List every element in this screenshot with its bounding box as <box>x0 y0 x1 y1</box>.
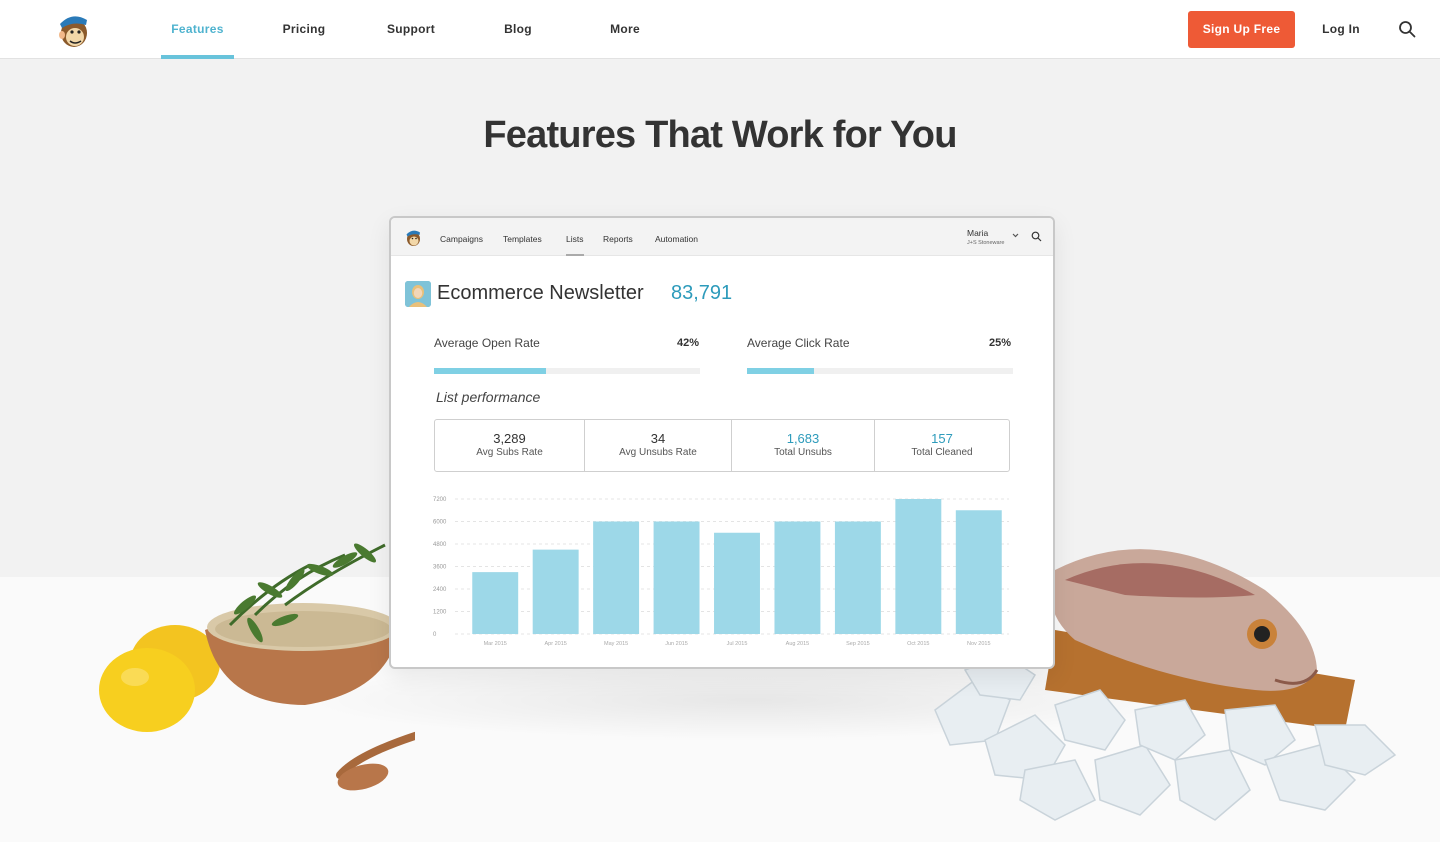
subscriber-bar-chart: 0 1200 2400 3600 4800 6000 7200 Mar 2015 Apr 201… <box>433 497 1009 647</box>
nav-support-label: Support <box>386 22 436 36</box>
app-tab-lists-label: Lists <box>566 234 584 244</box>
sign-up-button[interactable]: Sign Up Free <box>1188 11 1295 48</box>
x-tick-label: Oct 2015 <box>907 641 929 647</box>
chart-bar <box>895 499 942 634</box>
stat-total-unsubs[interactable]: 1,683 Total Unsubs <box>732 420 875 471</box>
stat-label: Avg Unsubs Rate <box>619 447 697 458</box>
performance-stats: 3,289 Avg Subs Rate 34 Avg Unsubs Rate 1… <box>434 419 1010 472</box>
chevron-down-icon[interactable] <box>1011 231 1020 240</box>
open-rate-bar <box>434 368 700 374</box>
active-tab-underline <box>566 254 584 256</box>
stat-value: 157 <box>931 431 953 446</box>
top-navigation: Features Pricing Support Blog More Sign … <box>0 0 1440 59</box>
x-tick-label: Jun 2015 <box>665 641 688 647</box>
stat-avg-subs[interactable]: 3,289 Avg Subs Rate <box>435 420 585 471</box>
chart-bar <box>714 532 760 634</box>
stat-value: 1,683 <box>786 431 820 446</box>
y-tick-label: 1200 <box>433 610 447 616</box>
app-tab-templates[interactable]: Templates <box>503 218 542 256</box>
x-tick-label: May 2015 <box>604 641 628 647</box>
y-tick-label: 0 <box>433 632 437 638</box>
stat-value: 3,289 <box>493 431 526 446</box>
list-subscriber-count: 83,791 <box>671 282 733 304</box>
x-tick-label: Sep 2015 <box>846 641 870 647</box>
list-avatar <box>405 281 431 307</box>
x-tick-label: Aug 2015 <box>786 641 810 647</box>
nav-features-label: Features <box>171 22 224 36</box>
active-underline <box>161 55 234 59</box>
list-title: Ecommerce Newsletter <box>437 282 644 304</box>
avatar-portrait-icon <box>405 281 431 307</box>
nav-more[interactable]: More <box>598 0 652 59</box>
freddie-logo-icon[interactable] <box>55 11 91 49</box>
x-tick-label: Jul 2015 <box>727 641 748 647</box>
click-rate-fill <box>747 368 814 374</box>
app-tab-lists[interactable]: Lists <box>566 218 584 256</box>
user-org: J+S Stoneware <box>967 240 1005 246</box>
nav-blog[interactable]: Blog <box>490 0 546 59</box>
app-search-icon[interactable] <box>1031 231 1042 242</box>
y-tick-label: 3600 <box>433 565 447 571</box>
stat-label: Total Unsubs <box>774 447 832 458</box>
stat-label: Total Cleaned <box>911 447 973 458</box>
chart-bar <box>774 521 821 634</box>
dashboard-preview: Campaigns Templates Lists Reports Automa… <box>389 216 1055 669</box>
open-rate-label: Average Open Rate <box>434 336 540 350</box>
nav-more-label: More <box>610 22 640 36</box>
chart-bar <box>472 572 519 634</box>
click-rate-label: Average Click Rate <box>747 336 850 350</box>
click-rate-value: 25% <box>988 337 1011 349</box>
y-tick-label: 4800 <box>433 542 447 548</box>
log-in-link[interactable]: Log In <box>1316 0 1366 59</box>
app-tab-reports[interactable]: Reports <box>603 218 633 256</box>
nav-support[interactable]: Support <box>380 0 442 59</box>
chart-bar <box>593 521 640 634</box>
list-performance-title: List performance <box>436 389 541 405</box>
y-tick-label: 2400 <box>433 587 447 593</box>
chart-bar <box>653 521 700 634</box>
nav-blog-label: Blog <box>504 22 532 36</box>
x-tick-label: Mar 2015 <box>484 641 507 647</box>
nav-features[interactable]: Features <box>161 0 234 59</box>
lemon-bowl-illustration <box>99 543 415 791</box>
x-tick-label: Apr 2015 <box>545 641 567 647</box>
search-icon[interactable] <box>1398 20 1416 38</box>
y-tick-label: 7200 <box>433 497 447 503</box>
stat-avg-unsubs[interactable]: 34 Avg Unsubs Rate <box>585 420 732 471</box>
open-rate-value: 42% <box>676 337 699 349</box>
open-rate-fill <box>434 368 546 374</box>
app-tab-campaigns[interactable]: Campaigns <box>440 218 483 256</box>
stat-total-cleaned[interactable]: 157 Total Cleaned <box>875 420 1009 471</box>
app-logo-icon[interactable] <box>404 228 422 247</box>
user-name[interactable]: Maria <box>967 228 988 238</box>
y-tick-label: 6000 <box>433 520 447 526</box>
hero-title: Features That Work for You <box>483 114 957 156</box>
stat-value: 34 <box>650 431 666 446</box>
chart-bar <box>834 521 881 634</box>
x-tick-label: Nov 2015 <box>967 641 991 647</box>
nav-pricing[interactable]: Pricing <box>273 0 335 59</box>
app-tab-automation[interactable]: Automation <box>655 218 698 256</box>
chart-bar <box>532 549 579 634</box>
app-navigation: Campaigns Templates Lists Reports Automa… <box>391 218 1053 256</box>
click-rate-bar <box>747 368 1013 374</box>
stat-label: Avg Subs Rate <box>476 447 543 458</box>
nav-pricing-label: Pricing <box>282 22 326 36</box>
chart-bar <box>955 510 1002 634</box>
